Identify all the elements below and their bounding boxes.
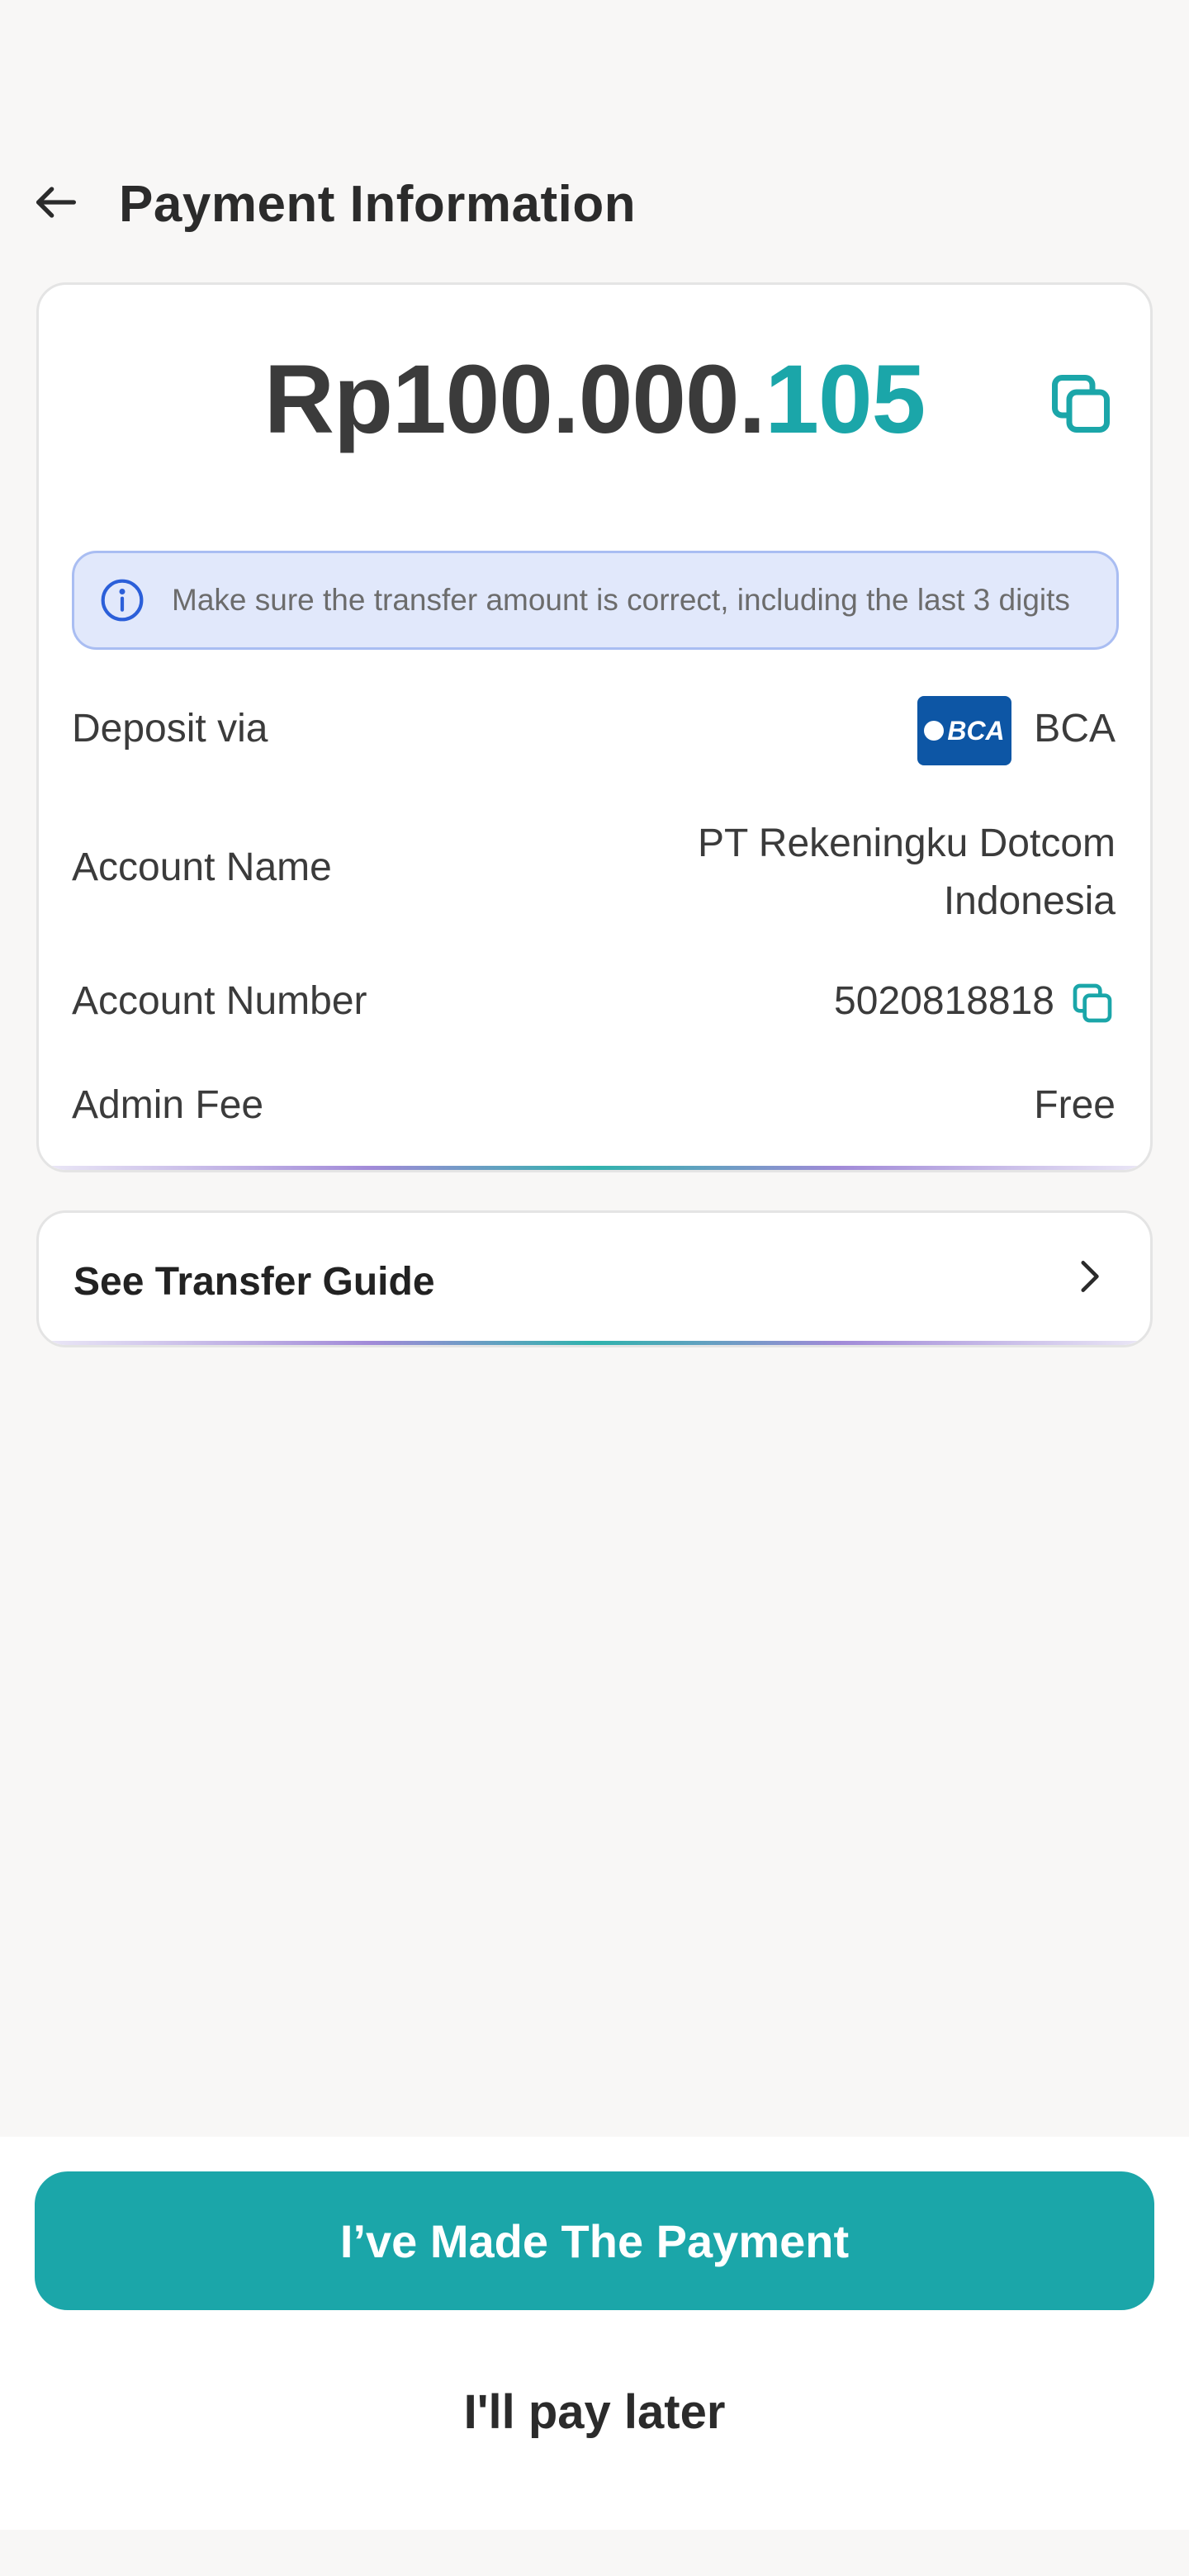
bank-name: BCA xyxy=(1034,707,1116,751)
admin-fee-value: Free xyxy=(1034,1083,1116,1127)
deposit-via-label: Deposit via xyxy=(72,707,268,751)
bank-logo-text: BCA xyxy=(947,715,1005,746)
page-title: Payment Information xyxy=(119,176,637,233)
account-name-value: PT Rekeningku Dotcom Indonesia xyxy=(698,815,1116,930)
transfer-guide-label: See Transfer Guide xyxy=(73,1260,435,1304)
payment-information-screen: Payment Information Rp100.000.105 Make s… xyxy=(0,0,1189,2576)
amount-row: Rp100.000.105 xyxy=(39,346,1150,453)
account-number-value: 5020818818 xyxy=(834,979,1054,1023)
header: Payment Information xyxy=(0,157,1189,248)
pay-later-link[interactable]: I'll pay later xyxy=(0,2384,1189,2440)
copy-icon xyxy=(1073,983,1112,1023)
transfer-amount: Rp100.000.105 xyxy=(39,346,1150,453)
bottom-action-panel: I’ve Made The Payment I'll pay later xyxy=(0,2137,1189,2530)
back-button[interactable] xyxy=(23,169,89,235)
account-name-line1: PT Rekeningku Dotcom xyxy=(697,822,1116,865)
made-payment-button[interactable]: I’ve Made The Payment xyxy=(35,2171,1154,2310)
amount-notice: Make sure the transfer amount is correct… xyxy=(72,551,1119,650)
amount-main: Rp100.000. xyxy=(263,345,766,454)
account-number-label: Account Number xyxy=(72,979,367,1023)
notice-text: Make sure the transfer amount is correct… xyxy=(172,583,1070,617)
account-name-line2: Indonesia xyxy=(943,879,1116,923)
bca-logo: BCA xyxy=(917,696,1011,765)
copy-account-number-button[interactable] xyxy=(1069,980,1116,1026)
account-name-label: Account Name xyxy=(72,845,332,889)
copy-amount-button[interactable] xyxy=(1046,369,1116,438)
admin-fee-label: Admin Fee xyxy=(72,1083,264,1127)
info-icon xyxy=(101,579,144,622)
amount-unique-digits: 105 xyxy=(765,345,926,454)
payment-details-card: Rp100.000.105 Make sure the transfer amo… xyxy=(36,282,1153,1172)
arrow-left-icon xyxy=(36,187,76,218)
transfer-guide-button[interactable]: See Transfer Guide xyxy=(36,1210,1153,1347)
bca-logo-mark xyxy=(924,721,945,741)
chevron-right-icon xyxy=(1081,1261,1099,1292)
copy-icon xyxy=(1052,375,1110,433)
